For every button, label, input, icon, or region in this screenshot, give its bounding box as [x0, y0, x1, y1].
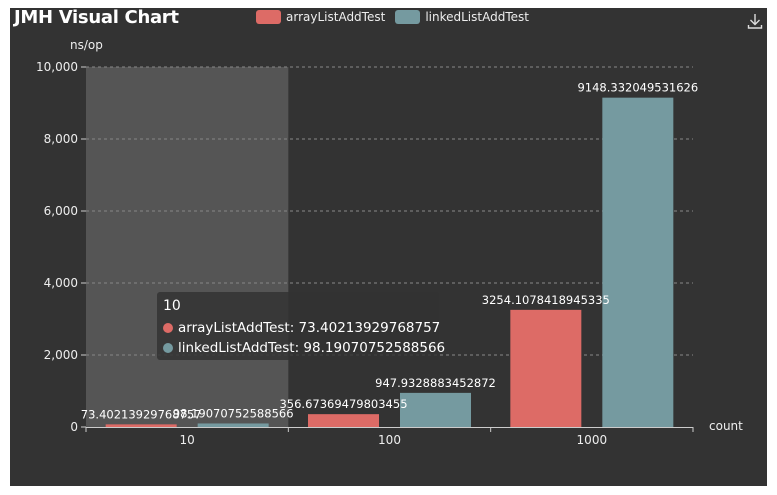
- y-tick-label: 10,000: [36, 60, 78, 74]
- axis-pointer-band: [86, 67, 289, 427]
- bar-linkedListAddTest: [602, 97, 674, 428]
- x-axis-label: count: [709, 419, 743, 433]
- data-label: 947.9328883452872: [375, 376, 496, 390]
- bar-arrayListAddTest: [105, 424, 177, 427]
- tooltip-row-arraylist: arrayListAddTest: 73.40213929768757: [163, 318, 440, 338]
- bar-arrayListAddTest: [510, 309, 582, 427]
- bar-linkedListAddTest: [197, 423, 269, 427]
- y-tick-label: 0: [70, 420, 78, 434]
- data-label: 98.19070752588566: [173, 406, 294, 420]
- data-label: 3254.1078418945335: [482, 293, 610, 307]
- tooltip-dot-linkedlist: [163, 343, 173, 353]
- data-label: 9148.332049531626: [577, 81, 698, 95]
- bar-arrayListAddTest: [308, 414, 379, 427]
- tooltip-text-linkedlist: linkedListAddTest: 98.19070752588566: [178, 340, 446, 356]
- y-tick-label: 8,000: [44, 132, 78, 146]
- y-tick-label: 2,000: [44, 348, 78, 362]
- bar-linkedListAddTest: [400, 392, 471, 427]
- tooltip-row-linkedlist: linkedListAddTest: 98.19070752588566: [163, 338, 445, 358]
- y-tick-label: 6,000: [44, 204, 78, 218]
- x-tick-label: 1000: [577, 433, 608, 447]
- tooltip-text-arraylist: arrayListAddTest: 73.40213929768757: [178, 320, 441, 336]
- data-label: 356.67369479803455: [279, 397, 407, 411]
- tooltip-dot-arraylist: [163, 323, 173, 333]
- tooltip-header: 10: [163, 298, 181, 314]
- bar-chart: 0 2,000 4,000 6,000 8,000 10,000 ns/op 10 100 100…: [36, 38, 743, 447]
- x-tick-label: 10: [180, 433, 195, 447]
- y-axis-label: ns/op: [70, 38, 103, 52]
- x-tick-label: 100: [378, 433, 401, 447]
- y-tick-label: 4,000: [44, 276, 78, 290]
- tooltip: 10 arrayListAddTest: 73.40213929768757 l…: [157, 292, 445, 360]
